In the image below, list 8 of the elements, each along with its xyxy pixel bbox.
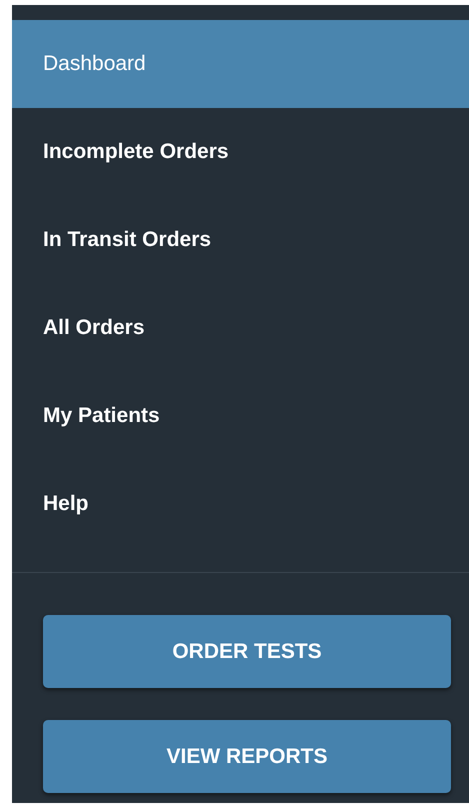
nav-item[interactable]: In Transit Orders: [12, 196, 469, 284]
view-reports-button[interactable]: VIEW REPORTS: [43, 720, 451, 793]
nav-item[interactable]: My Patients: [12, 372, 469, 460]
nav-item[interactable]: All Orders: [12, 284, 469, 372]
nav-item[interactable]: Incomplete Orders: [12, 108, 469, 196]
order-tests-button[interactable]: ORDER TESTS: [43, 615, 451, 688]
nav-item[interactable]: Dashboard: [12, 20, 469, 108]
nav-item[interactable]: Help: [12, 460, 469, 548]
